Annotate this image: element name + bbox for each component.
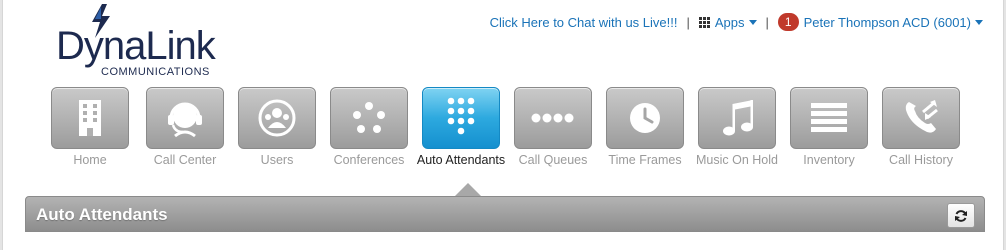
nav-music-on-hold-label: Music On Hold <box>696 153 778 167</box>
page-header-bar: Auto Attendants <box>25 196 985 232</box>
nav-auto-attendants-label: Auto Attendants <box>416 153 506 167</box>
logo-tagline: COMMUNICATIONS <box>101 66 210 78</box>
nav-call-center[interactable]: Call Center <box>146 87 224 168</box>
list-icon <box>811 103 847 132</box>
nav-call-queues[interactable]: Call Queues <box>514 87 592 168</box>
nav-call-center-tile[interactable] <box>146 87 224 149</box>
active-tab-pointer <box>454 183 482 197</box>
nav-time-frames-tile[interactable] <box>606 87 684 149</box>
nav-inventory-label: Inventory <box>803 153 855 167</box>
nav-call-history[interactable]: Call History <box>882 87 960 168</box>
phone-transfer-icon <box>905 100 938 133</box>
notification-badge[interactable]: 1 <box>777 13 799 31</box>
nav-users-label: Users <box>260 153 294 167</box>
nav-home-label: Home <box>73 153 107 167</box>
nav-call-history-tile[interactable] <box>882 87 960 149</box>
user-menu[interactable]: 1 Peter Thompson ACD (6001) <box>777 13 983 31</box>
nav-conferences-tile[interactable] <box>330 87 408 149</box>
separator: | <box>765 14 769 30</box>
nav-conferences[interactable]: Conferences <box>330 87 408 168</box>
nav-inventory[interactable]: Inventory <box>790 87 868 168</box>
nav-users[interactable]: Users <box>238 87 316 168</box>
nav-call-center-label: Call Center <box>153 153 217 167</box>
top-link-bar: Click Here to Chat with us Live!!! | App… <box>490 12 983 32</box>
music-note-icon <box>723 100 753 136</box>
nav-call-history-label: Call History <box>889 153 953 167</box>
nav-inventory-tile[interactable] <box>790 87 868 149</box>
nav-call-queues-label: Call Queues <box>518 153 588 167</box>
nav-auto-attendants[interactable]: Auto Attendants <box>417 87 505 168</box>
apps-label: Apps <box>714 14 745 30</box>
apps-menu[interactable]: Apps <box>698 14 757 30</box>
app-frame: DynaLink COMMUNICATIONS Click Here to Ch… <box>2 0 1004 250</box>
page-title: Auto Attendants <box>36 205 168 224</box>
logo-wordmark: DynaLink <box>56 24 216 68</box>
nav-call-queues-tile[interactable] <box>514 87 592 149</box>
users-icon <box>258 99 296 137</box>
clock-icon <box>630 103 660 133</box>
nav-music-on-hold[interactable]: Music On Hold <box>696 87 778 168</box>
nav-time-frames[interactable]: Time Frames <box>606 87 684 168</box>
nav-time-frames-label: Time Frames <box>608 153 682 167</box>
nav-home-tile[interactable] <box>51 87 129 149</box>
conference-icon <box>353 102 385 133</box>
separator: | <box>686 14 690 30</box>
nav-music-on-hold-tile[interactable] <box>698 87 776 149</box>
dynalink-logo[interactable]: DynaLink COMMUNICATIONS <box>53 4 243 80</box>
chevron-down-icon <box>975 19 983 25</box>
nav-users-tile[interactable] <box>238 87 316 149</box>
nav-conferences-label: Conferences <box>333 153 405 167</box>
nav-auto-attendants-tile[interactable] <box>422 87 500 149</box>
nav-home[interactable]: Home <box>51 87 129 168</box>
live-chat-link[interactable]: Click Here to Chat with us Live!!! <box>490 15 678 30</box>
user-name-label: Peter Thompson ACD (6001) <box>803 14 971 30</box>
keypad-icon <box>447 97 475 135</box>
queue-dots-icon <box>531 113 574 123</box>
refresh-icon <box>955 209 967 222</box>
chevron-down-icon <box>748 19 757 25</box>
refresh-button[interactable] <box>947 203 975 228</box>
building-icon <box>79 100 101 136</box>
apps-grid-icon <box>698 16 710 28</box>
headset-icon <box>168 102 202 138</box>
